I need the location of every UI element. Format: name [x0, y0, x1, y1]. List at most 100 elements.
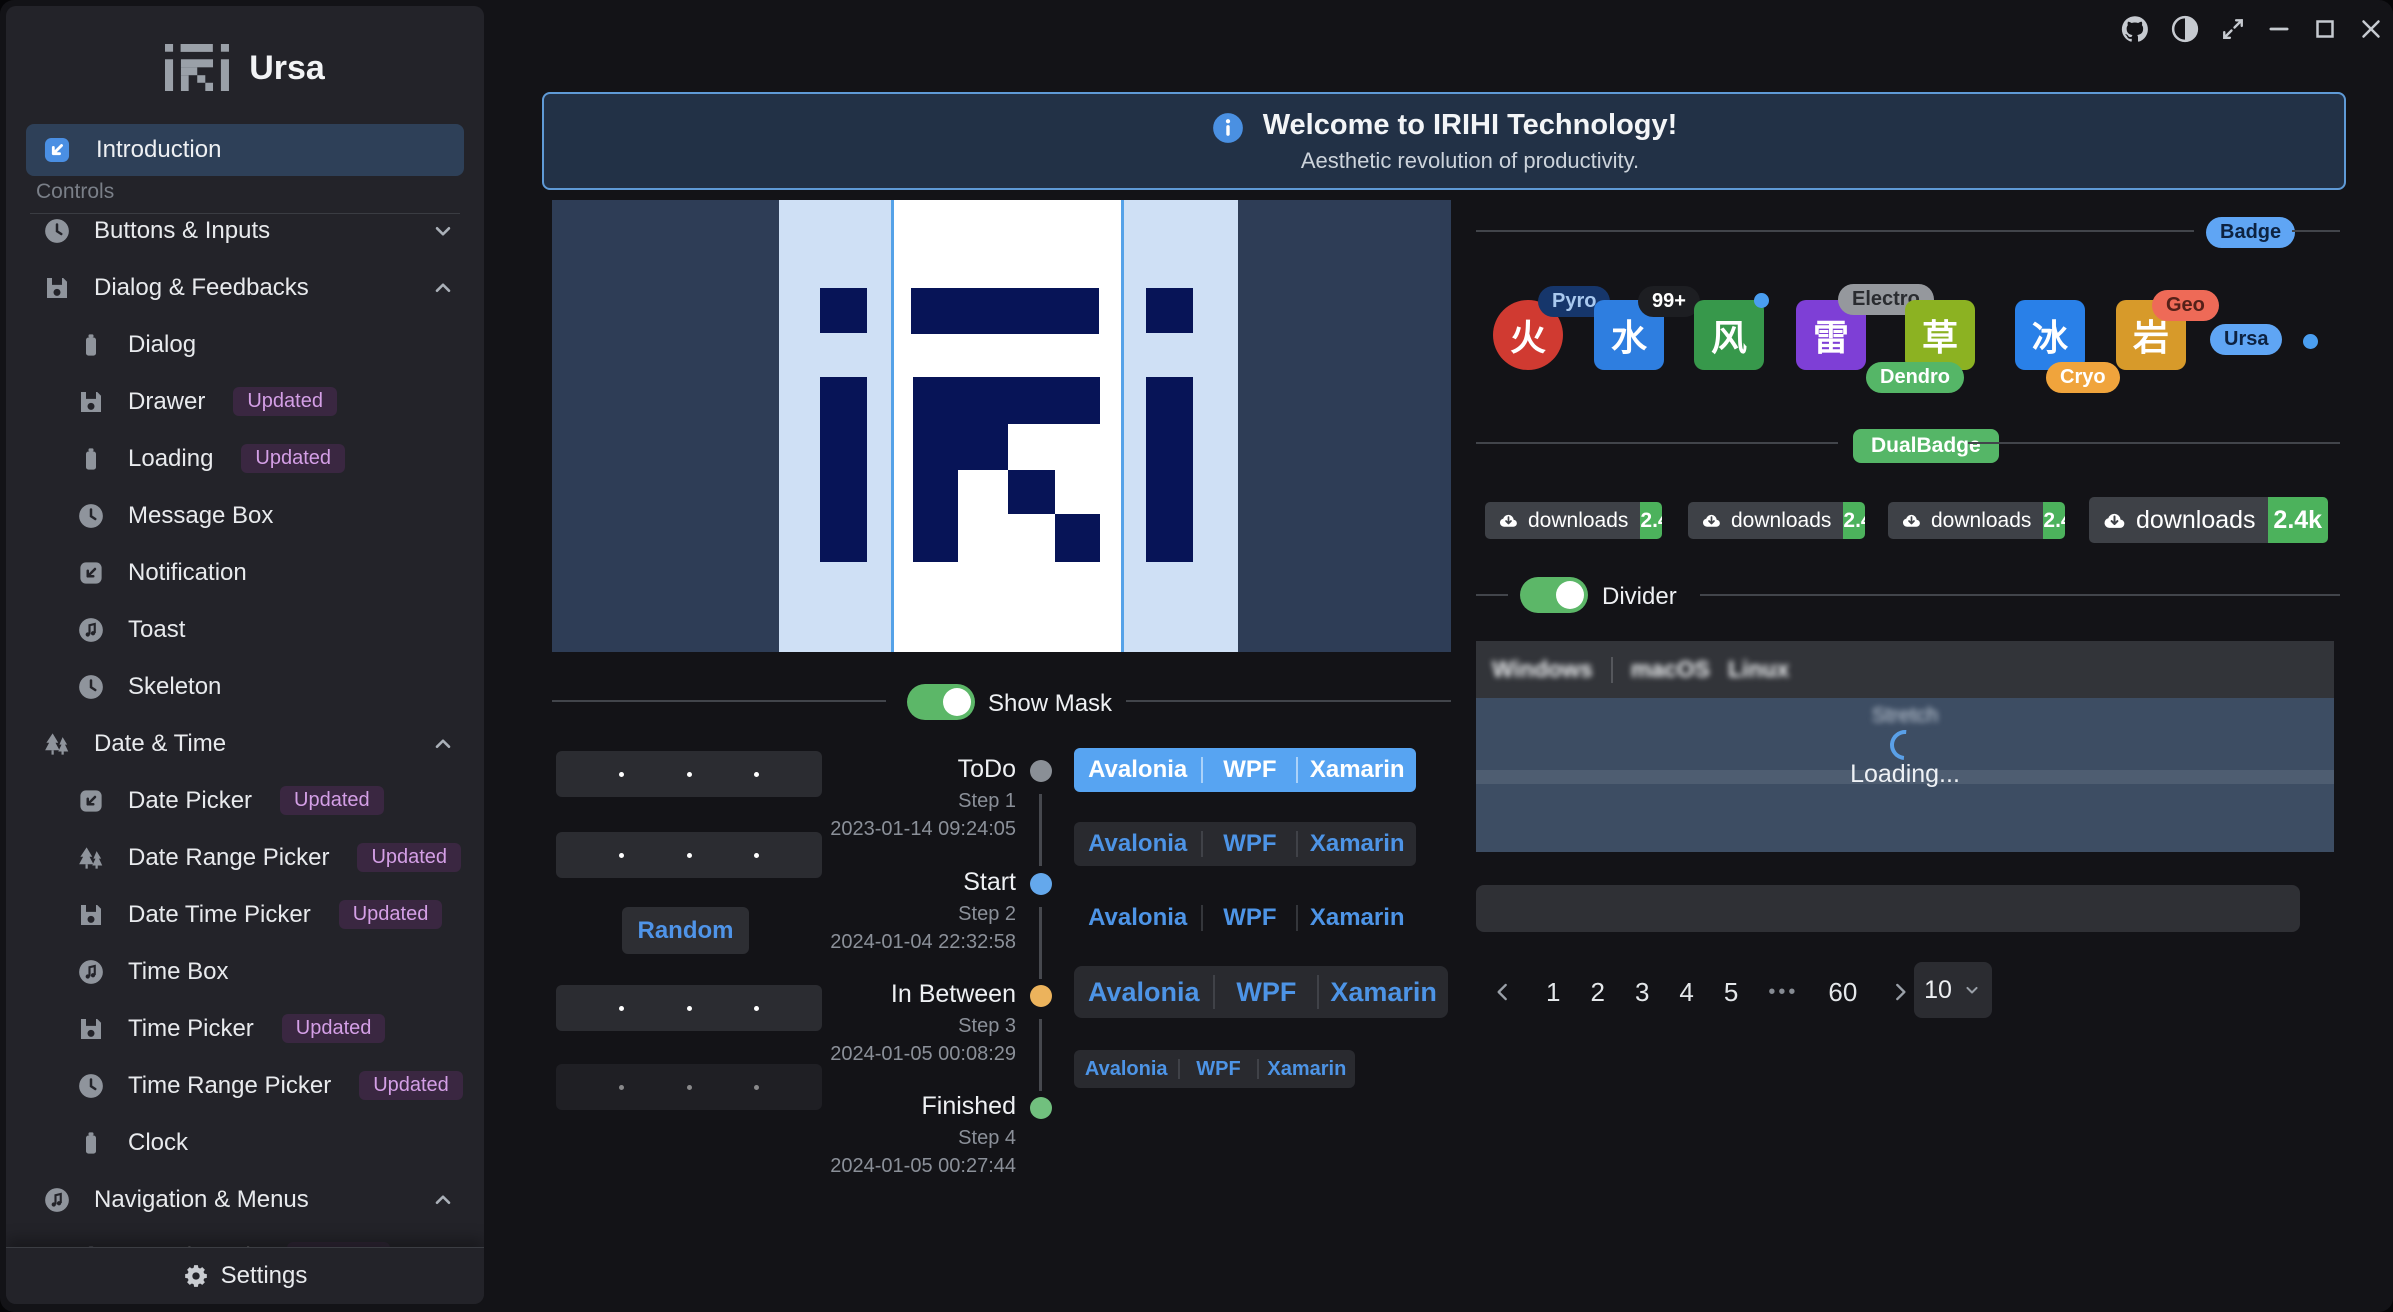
- sidebar-item-time-box[interactable]: Time Box: [6, 943, 484, 1000]
- floppy-icon: [76, 900, 106, 930]
- banner-subtitle: Aesthetic revolution of productivity.: [1263, 148, 1678, 174]
- floppy-icon: [76, 1014, 106, 1044]
- pagination: 12345•••60: [1490, 966, 1913, 1018]
- page-button-60[interactable]: 60: [1828, 977, 1857, 1008]
- sidebar-item-time-range-picker[interactable]: Time Range PickerUpdated: [6, 1057, 484, 1114]
- badge-section-pill: Badge: [2206, 217, 2295, 248]
- show-mask-toggle[interactable]: [907, 684, 975, 720]
- tile-badge: 99+: [1638, 286, 1700, 317]
- github-icon[interactable]: [2120, 14, 2150, 44]
- button-group: AvaloniaWPFXamarin: [1074, 1050, 1355, 1088]
- show-mask-label: Show Mask: [988, 690, 1112, 718]
- field-dot: [687, 772, 692, 777]
- chevron-left-icon[interactable]: [1490, 979, 1516, 1005]
- text-input[interactable]: [1476, 885, 2300, 932]
- tab-windows[interactable]: Windows: [1492, 656, 1593, 683]
- sidebar-item-label: Time Box: [128, 958, 228, 986]
- chevron-up-icon: [430, 731, 456, 757]
- button-xamarin[interactable]: Xamarin: [1259, 1050, 1355, 1088]
- button-xamarin[interactable]: Xamarin: [1298, 822, 1416, 866]
- page-button-4[interactable]: 4: [1679, 977, 1693, 1008]
- sidebar-item-breadcrumb[interactable]: BreadcrumbUpdated: [6, 1228, 484, 1248]
- button-xamarin[interactable]: Xamarin: [1298, 748, 1416, 792]
- page-size-dropdown[interactable]: 10: [1914, 962, 1992, 1018]
- button-avalonia[interactable]: Avalonia: [1074, 896, 1201, 940]
- sidebar-item-navigation-menus[interactable]: Navigation & Menus: [6, 1171, 484, 1228]
- sidebar-nav-list: Buttons & InputsDialog & FeedbacksDialog…: [6, 202, 484, 1248]
- step-name: In Between: [696, 980, 1016, 1009]
- minimize-icon[interactable]: [2264, 14, 2294, 44]
- sidebar-item-notification[interactable]: Notification: [6, 544, 484, 601]
- sidebar-item-date-picker[interactable]: Date PickerUpdated: [6, 772, 484, 829]
- download-badge-value: 2.4k: [2043, 502, 2065, 539]
- welcome-banner: Welcome to IRIHI Technology! Aesthetic r…: [542, 92, 2346, 190]
- field-dot: [619, 1006, 624, 1011]
- sidebar-item-time-picker[interactable]: Time Picker Updated: [6, 1000, 484, 1057]
- element-tile-5: 冰: [2015, 300, 2085, 370]
- sidebar-item-introduction[interactable]: Introduction: [26, 124, 464, 176]
- fullscreen-icon[interactable]: [2218, 14, 2248, 44]
- button-xamarin[interactable]: Xamarin: [1298, 896, 1416, 940]
- download-badge: downloads2.4k: [1888, 502, 2065, 539]
- sidebar-item-date-range-picker[interactable]: Date Range PickerUpdated: [6, 829, 484, 886]
- loading-text: Loading...: [1476, 760, 2334, 789]
- maximize-icon[interactable]: [2310, 14, 2340, 44]
- step-label: Step 1: [696, 790, 1016, 813]
- cloud-download-icon: [2101, 507, 2128, 534]
- clock-icon: [76, 672, 106, 702]
- theme-toggle-icon[interactable]: [2170, 14, 2200, 44]
- updated-badge: Updated: [282, 1014, 386, 1043]
- button-wpf[interactable]: WPF: [1180, 1050, 1256, 1088]
- element-tile-2: 风: [1694, 300, 1764, 370]
- sidebar-item-label: Skeleton: [128, 673, 221, 701]
- sidebar-item-label: Time Picker: [128, 1015, 254, 1043]
- divider-line: [552, 700, 886, 702]
- button-avalonia[interactable]: Avalonia: [1074, 1050, 1178, 1088]
- sidebar-item-label: Date Range Picker: [128, 844, 329, 872]
- sidebar-item-label: Date & Time: [94, 730, 226, 758]
- clock-icon: [76, 1071, 106, 1101]
- button-wpf[interactable]: WPF: [1203, 748, 1296, 792]
- sidebar-item-buttons-inputs[interactable]: Buttons & Inputs: [6, 202, 484, 259]
- cloud-download-icon: [1700, 509, 1723, 532]
- sidebar-item-loading[interactable]: LoadingUpdated: [6, 430, 484, 487]
- page-size-value: 10: [1924, 976, 1952, 1005]
- button-wpf[interactable]: WPF: [1215, 966, 1317, 1018]
- button-avalonia[interactable]: Avalonia: [1074, 748, 1201, 792]
- page-button-3[interactable]: 3: [1635, 977, 1649, 1008]
- sidebar-item-label: Introduction: [96, 136, 221, 164]
- sidebar-item-dialog-feedbacks[interactable]: Dialog & Feedbacks: [6, 259, 484, 316]
- sidebar-item-date-time-picker[interactable]: Date Time PickerUpdated: [6, 886, 484, 943]
- button-avalonia[interactable]: Avalonia: [1074, 966, 1213, 1018]
- field-dot: [619, 772, 624, 777]
- field-dot: [754, 853, 759, 858]
- sidebar-item-clock[interactable]: Clock: [6, 1114, 484, 1171]
- tile-badge: Geo: [2152, 290, 2219, 321]
- divider-toggle[interactable]: [1520, 577, 1588, 613]
- sidebar-item-label: Toast: [128, 616, 185, 644]
- sidebar-item-toast[interactable]: Toast: [6, 601, 484, 658]
- tab-linux[interactable]: Linux: [1728, 656, 1789, 683]
- sidebar-item-dialog[interactable]: Dialog: [6, 316, 484, 373]
- button-avalonia[interactable]: Avalonia: [1074, 822, 1201, 866]
- page-button-5[interactable]: 5: [1724, 977, 1738, 1008]
- banner-title: Welcome to IRIHI Technology!: [1263, 109, 1678, 142]
- sidebar-item-date-time[interactable]: Date & Time: [6, 715, 484, 772]
- sidebar-item-message-box[interactable]: Message Box: [6, 487, 484, 544]
- settings-button[interactable]: Settings: [6, 1247, 484, 1304]
- cloud-download-icon: [1900, 509, 1923, 532]
- sidebar-item-drawer[interactable]: DrawerUpdated: [6, 373, 484, 430]
- tab-separator: [1611, 657, 1613, 683]
- button-wpf[interactable]: WPF: [1203, 822, 1296, 866]
- sidebar-item-skeleton[interactable]: Skeleton: [6, 658, 484, 715]
- page-button-2[interactable]: 2: [1590, 977, 1604, 1008]
- chevron-down-icon: [430, 218, 456, 244]
- close-icon[interactable]: [2356, 14, 2386, 44]
- button-xamarin[interactable]: Xamarin: [1319, 966, 1448, 1018]
- updated-badge: Updated: [280, 786, 384, 815]
- button-wpf[interactable]: WPF: [1203, 896, 1296, 940]
- chevron-right-icon[interactable]: [1887, 979, 1913, 1005]
- download-badge-text: downloads: [2136, 506, 2256, 535]
- page-button-1[interactable]: 1: [1546, 977, 1560, 1008]
- tab-macos[interactable]: macOS: [1631, 656, 1710, 683]
